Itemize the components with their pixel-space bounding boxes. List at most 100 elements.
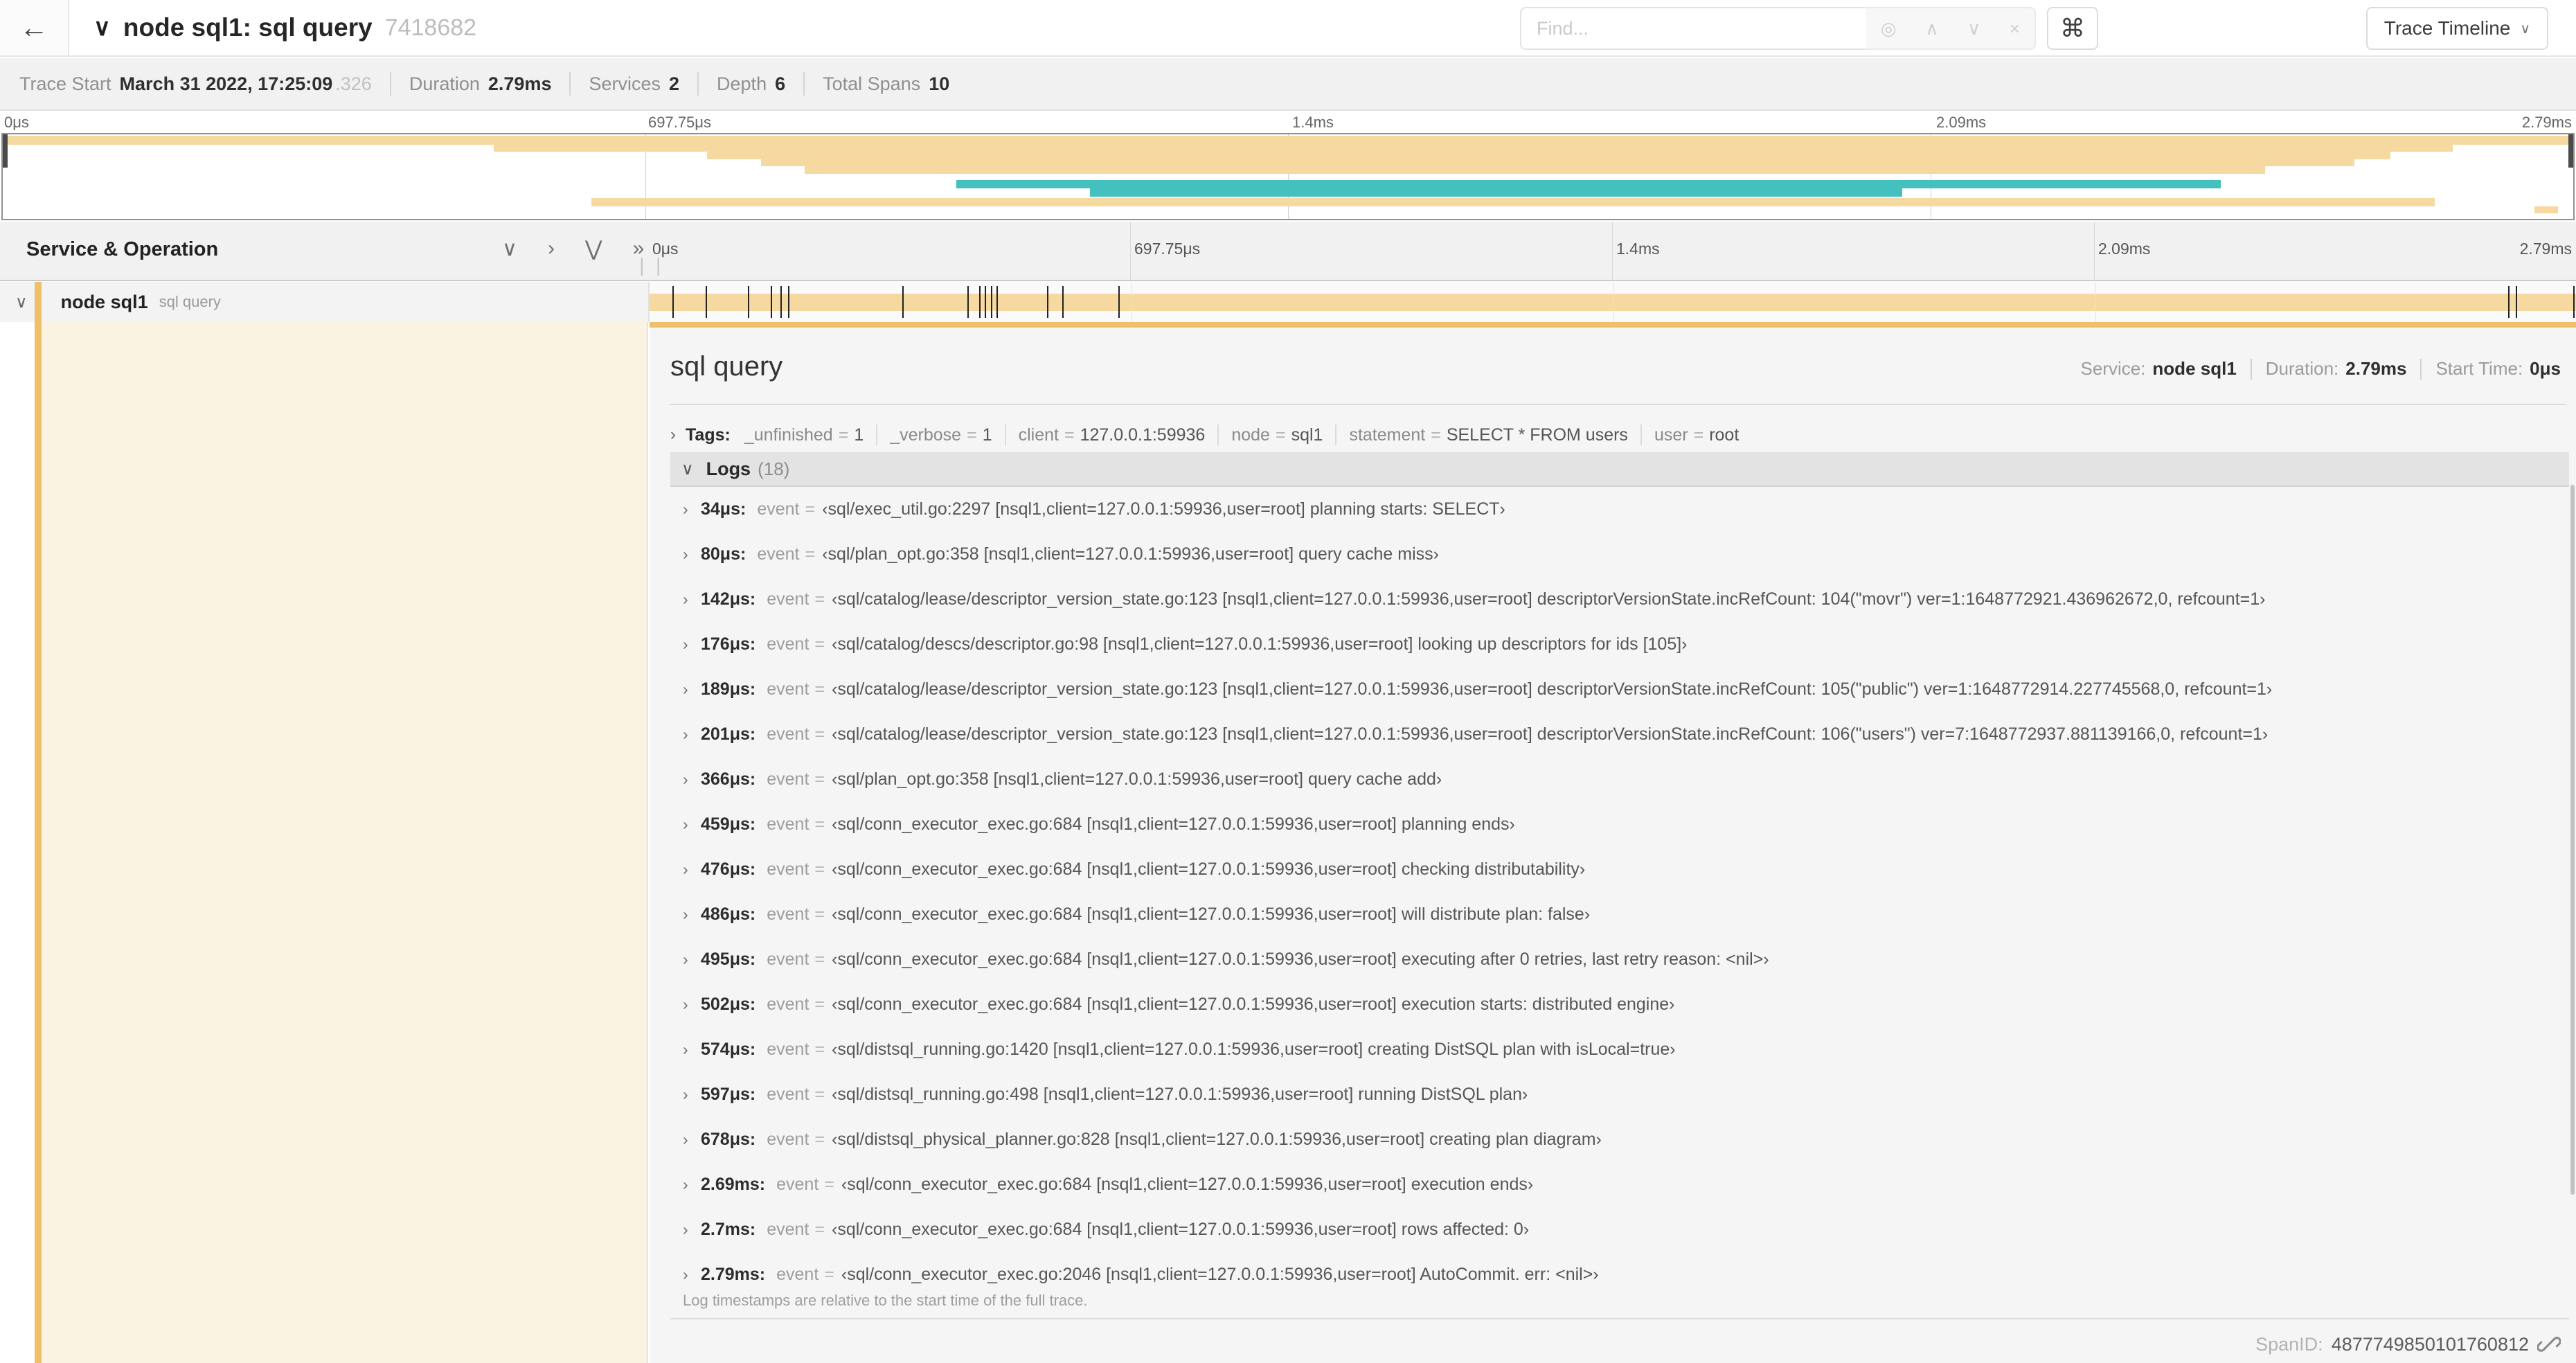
chevron-right-icon[interactable]: › <box>683 1220 701 1239</box>
prev-result-icon[interactable]: ∧ <box>1925 18 1938 39</box>
link-icon[interactable] <box>2537 1333 2561 1356</box>
chevron-right-icon[interactable]: › <box>683 995 701 1014</box>
timeline-tick-label: 0μs <box>652 240 679 258</box>
log-marker[interactable] <box>780 286 782 318</box>
span-row-label[interactable]: ∨ node sql1 sql query <box>0 282 648 322</box>
chevron-down-icon[interactable]: ∨ <box>681 459 694 479</box>
log-row[interactable]: › 459μs: event = ‹sql/conn_executor_exec.go:… <box>670 802 2569 847</box>
log-marker[interactable] <box>2515 286 2517 318</box>
minimap-drag-handle[interactable] <box>2568 134 2573 168</box>
chevron-right-icon[interactable]: › <box>683 1040 701 1059</box>
collapse-all-icon[interactable]: ∨ <box>502 237 517 261</box>
log-row[interactable]: › 80μs: event = ‹sql/plan_opt.go:358 [nsql1,… <box>670 532 2569 577</box>
trace-info-label: Duration <box>409 73 480 94</box>
log-marker[interactable] <box>1062 286 1064 318</box>
log-marker[interactable] <box>1046 286 1048 318</box>
divider <box>1004 425 1006 445</box>
expand-one-icon[interactable]: › <box>548 237 555 261</box>
log-row[interactable]: › 2.7ms: event = ‹sql/conn_executor_exec.go:… <box>670 1207 2569 1252</box>
log-row[interactable]: › 574μs: event = ‹sql/distsql_running.go:142… <box>670 1027 2569 1072</box>
log-row[interactable]: › 678μs: event = ‹sql/distsql_physical_plann… <box>670 1117 2569 1162</box>
log-marker[interactable] <box>705 286 707 318</box>
log-row[interactable]: › 366μs: event = ‹sql/plan_opt.go:358 [nsql1… <box>670 757 2569 802</box>
log-row[interactable]: › 176μs: event = ‹sql/catalog/descs/descript… <box>670 622 2569 667</box>
chevron-right-icon[interactable]: › <box>683 680 701 699</box>
chevron-right-icon[interactable]: › <box>683 950 701 969</box>
span-duration-bar[interactable] <box>650 294 2576 311</box>
log-marker[interactable] <box>771 286 773 318</box>
log-row[interactable]: › 502μs: event = ‹sql/conn_executor_exec.go:… <box>670 982 2569 1027</box>
log-row[interactable]: › 495μs: event = ‹sql/conn_executor_exec.go:… <box>670 937 2569 982</box>
minimap-canvas[interactable] <box>1 133 2575 220</box>
span-row-timeline[interactable] <box>648 282 2576 322</box>
collapse-one-icon[interactable]: ⋁ <box>585 237 602 261</box>
chevron-right-icon[interactable]: › <box>683 1175 701 1194</box>
chevron-down-icon[interactable]: ∨ <box>15 292 28 312</box>
log-marker[interactable] <box>967 286 969 318</box>
log-marker[interactable] <box>979 286 981 318</box>
chevron-right-icon[interactable]: › <box>683 815 701 834</box>
log-row[interactable]: › 597μs: event = ‹sql/distsql_running.go:498… <box>670 1072 2569 1117</box>
log-row[interactable]: › 2.69ms: event = ‹sql/conn_executor_exec.go… <box>670 1162 2569 1207</box>
find-group: ◎ ∧ ∨ × <box>1520 7 2036 50</box>
tag-item[interactable]: user = root <box>1654 425 1739 445</box>
search-input[interactable] <box>1520 7 1866 50</box>
log-equals: = <box>814 769 825 789</box>
log-timestamp: 80μs: <box>701 544 746 564</box>
log-field-key: event <box>776 1175 819 1194</box>
log-marker[interactable] <box>747 286 749 318</box>
log-marker[interactable] <box>990 286 992 318</box>
log-row[interactable]: › 486μs: event = ‹sql/conn_executor_exec.go:… <box>670 892 2569 937</box>
chevron-right-icon[interactable]: › <box>683 1265 701 1284</box>
log-marker[interactable] <box>2573 286 2575 318</box>
log-marker[interactable] <box>788 286 790 318</box>
chevron-right-icon[interactable]: › <box>683 500 701 519</box>
tag-item[interactable]: statement = SELECT * FROM users <box>1349 425 1628 445</box>
trace-summary-bar: Trace Start March 31 2022, 17:25:09.326 Du… <box>0 58 2576 111</box>
scrollbar-thumb[interactable] <box>2570 485 2575 1195</box>
log-marker[interactable] <box>2507 286 2510 318</box>
tag-item[interactable]: _verbose = 1 <box>890 425 992 445</box>
log-equals: = <box>824 1175 834 1194</box>
log-row[interactable]: › 2.79ms: event = ‹sql/conn_executor_exec.go… <box>670 1252 2569 1297</box>
minimap-drag-handle[interactable] <box>3 134 8 168</box>
logs-header[interactable]: ∨ Logs (18) <box>670 452 2569 487</box>
chevron-right-icon[interactable]: › <box>683 1130 701 1149</box>
log-marker[interactable] <box>996 286 999 318</box>
chevron-right-icon[interactable]: › <box>683 1085 701 1104</box>
chevron-down-icon[interactable]: ∨ <box>93 14 111 42</box>
chevron-right-icon[interactable]: › <box>683 590 701 609</box>
chevron-right-icon[interactable]: › <box>683 905 701 924</box>
log-marker[interactable] <box>985 286 987 318</box>
log-row[interactable]: › 142μs: event = ‹sql/catalog/lease/descript… <box>670 577 2569 622</box>
view-options-dropdown[interactable]: Trace Timeline ∨ <box>2365 7 2548 50</box>
chevron-right-icon[interactable]: › <box>683 635 701 654</box>
chevron-right-icon[interactable]: › <box>683 725 701 744</box>
clear-search-icon[interactable]: × <box>2010 18 2020 39</box>
span-detail-meta: Service: node sql1 Duration: 2.79ms Start Ti… <box>2081 358 2561 380</box>
log-row[interactable]: › 476μs: event = ‹sql/conn_executor_exec.go:… <box>670 847 2569 892</box>
tag-item[interactable]: _unfinished = 1 <box>744 425 864 445</box>
tag-equals: = <box>838 425 849 445</box>
log-row[interactable]: › 34μs: event = ‹sql/exec_util.go:2297 [nsql… <box>670 487 2569 532</box>
trace-title-group[interactable]: ∨ node sql1: sql query 7418682 <box>93 0 476 55</box>
log-marker[interactable] <box>902 286 904 318</box>
back-button[interactable]: ← <box>0 0 69 55</box>
log-marker[interactable] <box>672 286 674 318</box>
locate-icon[interactable]: ◎ <box>1881 18 1897 39</box>
shortcuts-button[interactable]: ⌘ <box>2047 7 2098 50</box>
tags-row[interactable]: › Tags: _unfinished = 1 _verbose = 1 client = 12… <box>670 419 2566 451</box>
log-field-value: ‹sql/catalog/lease/descriptor_version_st… <box>832 589 2266 609</box>
tag-item[interactable]: node = sql1 <box>1231 425 1323 445</box>
log-marker[interactable] <box>1118 286 1120 318</box>
log-row[interactable]: › 201μs: event = ‹sql/catalog/lease/descript… <box>670 712 2569 757</box>
next-result-icon[interactable]: ∨ <box>1967 18 1980 39</box>
log-equals: = <box>814 724 825 744</box>
chevron-right-icon[interactable]: › <box>683 860 701 879</box>
tag-item[interactable]: client = 127.0.0.1:59936 <box>1019 425 1206 445</box>
chevron-right-icon[interactable]: › <box>670 425 676 445</box>
chevron-right-icon[interactable]: › <box>683 770 701 789</box>
log-row[interactable]: › 189μs: event = ‹sql/catalog/lease/descript… <box>670 667 2569 712</box>
chevron-right-icon[interactable]: › <box>683 545 701 564</box>
divider <box>697 72 699 96</box>
